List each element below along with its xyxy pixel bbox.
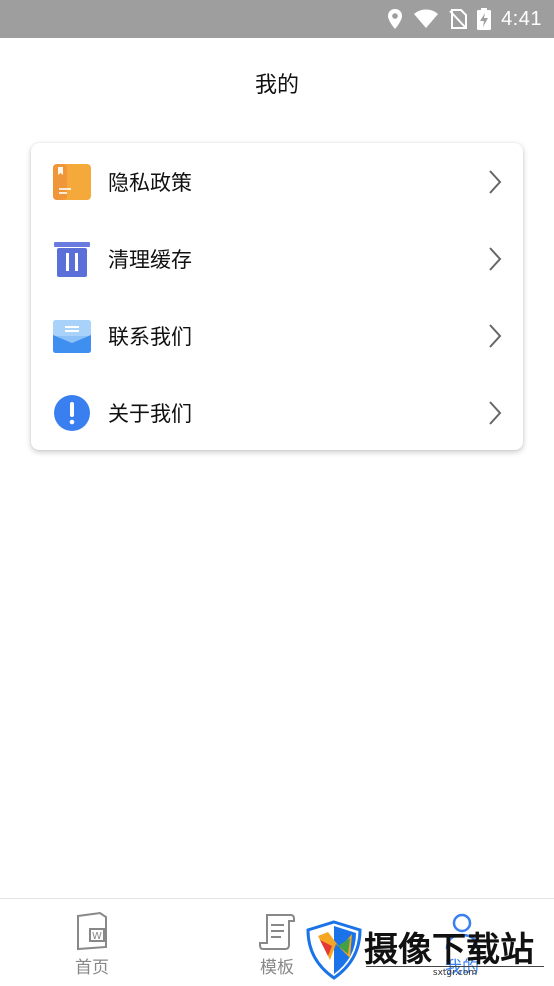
watermark-text: 摄像下载站	[364, 930, 534, 970]
wifi-icon	[414, 9, 439, 28]
chevron-right-icon	[489, 323, 502, 348]
menu-item-privacy-policy[interactable]: 隐私政策	[31, 143, 523, 220]
tab-templates[interactable]: 模板	[257, 899, 297, 986]
watermark-url: sxtgr.com	[366, 966, 544, 978]
no-sim-icon	[449, 9, 468, 29]
svg-text:W: W	[92, 931, 102, 942]
shield-logo-icon	[306, 920, 362, 980]
tab-label: 模板	[260, 958, 294, 978]
page-title: 我的	[254, 73, 299, 98]
menu-item-label: 隐私政策	[108, 170, 192, 195]
word-document-icon: W	[77, 911, 107, 951]
menu-item-label: 联系我们	[108, 324, 192, 349]
status-time: 4:41	[501, 7, 542, 30]
tab-home[interactable]: W 首页	[72, 899, 112, 986]
trash-icon	[53, 240, 91, 278]
chevron-right-icon	[489, 400, 502, 425]
menu-item-label: 关于我们	[108, 401, 192, 426]
chevron-right-icon	[489, 246, 502, 271]
document-icon	[53, 163, 91, 201]
menu-item-label: 清理缓存	[108, 247, 192, 272]
mail-icon	[53, 317, 91, 355]
tab-label: 首页	[75, 958, 109, 978]
menu-item-contact-us[interactable]: 联系我们	[31, 297, 523, 374]
info-icon	[53, 394, 91, 432]
menu-item-about-us[interactable]: 关于我们	[31, 374, 523, 451]
status-icons: 4:41	[387, 0, 542, 38]
battery-charging-icon	[477, 8, 492, 30]
status-bar: 4:41	[0, 0, 554, 38]
watermark: 摄像下载站 sxtgr.com	[304, 918, 548, 982]
location-icon	[388, 9, 403, 29]
header: 我的	[0, 38, 554, 128]
menu-card: 隐私政策 清理缓存 联系我们 关于我们	[31, 143, 523, 450]
menu-item-clear-cache[interactable]: 清理缓存	[31, 220, 523, 297]
chevron-right-icon	[489, 169, 502, 194]
template-scroll-icon	[259, 914, 295, 950]
